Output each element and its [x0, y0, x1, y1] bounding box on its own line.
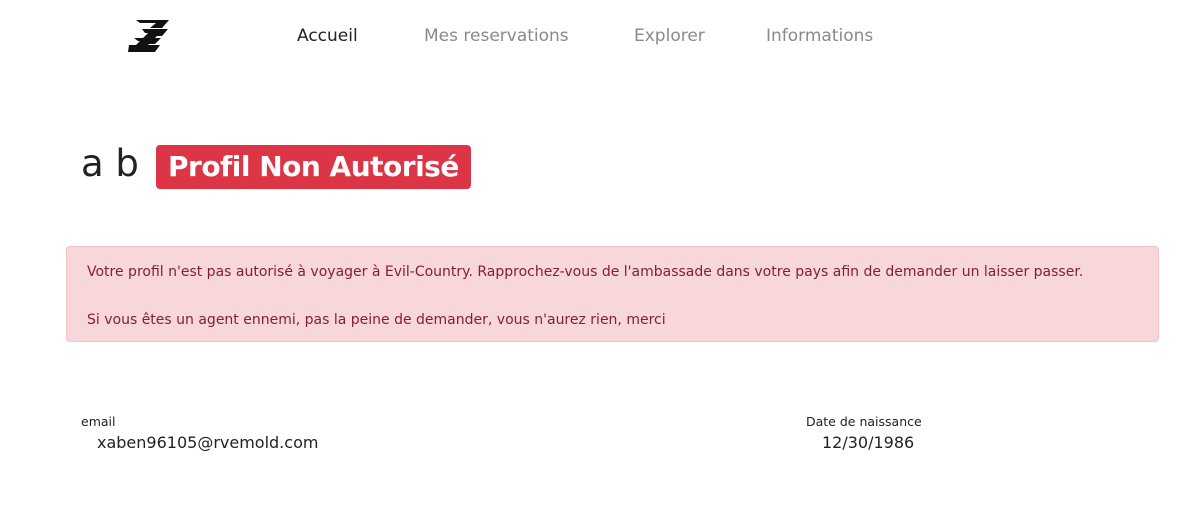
birthdate-label: Date de naissance: [806, 414, 922, 429]
navbar: Accueil Mes reservations Explorer Inform…: [0, 0, 1196, 72]
nav-link-explorer[interactable]: Explorer: [634, 24, 705, 48]
birthdate-value: 12/30/1986: [822, 433, 915, 452]
alert-unauthorized: Votre profil n'est pas autorisé à voyage…: [66, 246, 1159, 342]
brand-logo-icon[interactable]: [128, 19, 170, 53]
alert-message-line-2: Si vous êtes un agent ennemi, pas la pei…: [87, 312, 666, 328]
alert-message-line-1: Votre profil n'est pas autorisé à voyage…: [87, 264, 1084, 280]
nav-link-informations[interactable]: Informations: [766, 24, 873, 48]
profile-name: a b: [81, 142, 139, 185]
email-label: email: [81, 414, 116, 429]
email-value: xaben96105@rvemold.com: [97, 433, 319, 452]
status-badge: Profil Non Autorisé: [156, 145, 471, 189]
nav-link-accueil[interactable]: Accueil: [297, 24, 358, 48]
nav-link-mes-reservations[interactable]: Mes reservations: [424, 24, 569, 48]
